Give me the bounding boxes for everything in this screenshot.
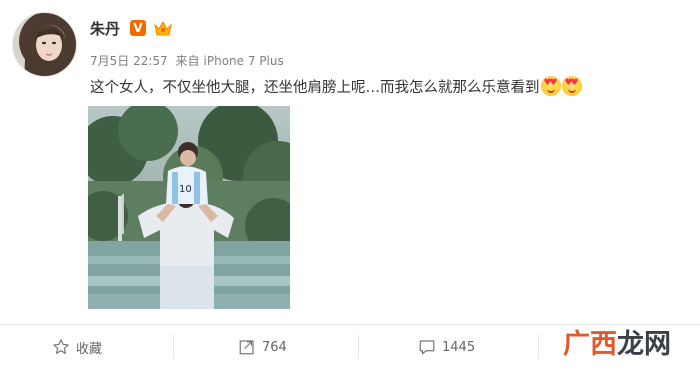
repost-button[interactable]: 764: [238, 335, 287, 359]
post-meta: 7月5日 22:57 来自 iPhone 7 Plus: [90, 52, 284, 69]
divider: [538, 335, 539, 359]
heart-eyes-emoji-icon: [540, 76, 561, 96]
divider: [358, 335, 359, 359]
repost-count: 764: [262, 339, 287, 355]
watermark-logo: 广西龙网: [563, 322, 671, 361]
favorite-label: 收藏: [76, 341, 103, 357]
divider: [173, 335, 174, 359]
favorite-button[interactable]: 收藏: [52, 335, 102, 359]
post-date[interactable]: 7月5日 22:57: [90, 54, 168, 68]
repost-icon: [239, 340, 254, 355]
watermark-part2: 龙网: [617, 329, 671, 360]
comment-icon: [419, 340, 435, 355]
user-avatar[interactable]: [12, 12, 77, 77]
comment-button[interactable]: 1445: [418, 335, 475, 359]
member-crown-icon: [152, 18, 174, 38]
source-prefix: 来自: [175, 54, 200, 68]
post-text-content: 这个女人，不仅坐他大腿，还坐他肩膀上呢…而我怎么就那么乐意看到: [90, 80, 540, 96]
username[interactable]: 朱丹: [90, 18, 120, 39]
star-icon: [53, 339, 69, 354]
heart-eyes-emoji-icon: [561, 76, 582, 96]
post-photo[interactable]: 10: [88, 106, 290, 309]
post-text: 这个女人，不仅坐他大腿，还坐他肩膀上呢…而我怎么就那么乐意看到: [90, 76, 582, 97]
comment-count: 1445: [442, 339, 476, 355]
verified-badge-icon: V: [130, 20, 146, 36]
svg-text:10: 10: [179, 184, 192, 195]
watermark-part1: 广西: [563, 329, 617, 360]
post-source[interactable]: iPhone 7 Plus: [204, 54, 284, 68]
